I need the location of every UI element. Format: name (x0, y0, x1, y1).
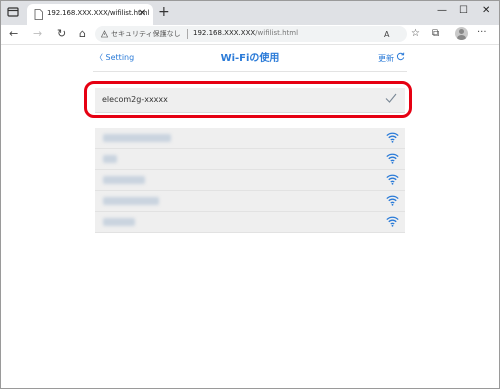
network-row[interactable] (95, 191, 405, 212)
network-list (95, 128, 405, 233)
wifi-signal-icon (386, 216, 399, 227)
tab-close-icon[interactable]: ✕ (138, 8, 146, 20)
warning-icon[interactable] (101, 30, 108, 38)
maximize-button[interactable]: ☐ (459, 4, 468, 18)
close-window-button[interactable]: ✕ (482, 4, 490, 18)
refresh-label: 更新 (378, 54, 394, 63)
network-row[interactable] (95, 212, 405, 233)
back-button[interactable]: ← (9, 26, 18, 42)
obscured-ssid (103, 218, 135, 226)
favorites-icon[interactable]: ☆ (411, 28, 420, 40)
forward-button[interactable]: → (33, 26, 42, 42)
network-row[interactable] (95, 149, 405, 170)
tab-title: 192.168.XXX.XXX/wifilist.html (47, 9, 150, 17)
page-content: 〈 Setting Wi-Fiの使用 更新 elecom2g-xxxxx (1, 45, 499, 388)
url-divider (187, 29, 188, 39)
more-menu-icon[interactable]: ··· (477, 27, 487, 39)
wifi-panel: 〈 Setting Wi-Fiの使用 更新 elecom2g-xxxxx (93, 45, 407, 235)
obscured-ssid (103, 197, 159, 205)
obscured-ssid (103, 155, 117, 163)
tab-strip: 192.168.XXX.XXX/wifilist.html ✕ + — ☐ ✕ (1, 1, 499, 25)
highlight-annotation (84, 81, 412, 118)
collections-icon[interactable]: ⧉ (432, 28, 439, 40)
address-bar[interactable]: セキュリティ保護なし 192.168.XXX.XXX/wifilist.html (95, 26, 407, 42)
home-button[interactable]: ⌂ (79, 26, 86, 42)
browser-window: 192.168.XXX.XXX/wifilist.html ✕ + — ☐ ✕ … (0, 0, 500, 389)
reload-button[interactable]: ↻ (57, 26, 66, 42)
wifi-signal-icon (386, 132, 399, 143)
url-path: /wifilist.html (255, 29, 299, 37)
security-status[interactable]: セキュリティ保護なし (111, 29, 181, 39)
url-host: 192.168.XXX.XXX (193, 29, 256, 37)
network-row[interactable] (95, 128, 405, 149)
minimize-button[interactable]: — (437, 4, 447, 18)
obscured-ssid (103, 176, 145, 184)
refresh-button[interactable]: 更新 (378, 52, 405, 64)
browser-tab[interactable]: 192.168.XXX.XXX/wifilist.html ✕ (27, 4, 153, 25)
read-aloud-icon[interactable]: A (384, 29, 389, 41)
wifi-signal-icon (386, 195, 399, 206)
new-tab-button[interactable]: + (158, 4, 170, 20)
refresh-icon (396, 52, 405, 61)
url-text[interactable]: 192.168.XXX.XXX/wifilist.html (193, 29, 298, 37)
wifi-signal-icon (386, 153, 399, 164)
profile-avatar-icon[interactable] (455, 27, 468, 40)
wifi-signal-icon (386, 174, 399, 185)
obscured-ssid (103, 134, 171, 142)
browser-toolbar: ← → ↻ ⌂ セキュリティ保護なし 192.168.XXX.XXX/wifil… (1, 25, 499, 45)
page-title: Wi-Fiの使用 (220, 53, 280, 64)
page-icon (34, 9, 43, 20)
tab-actions-icon[interactable] (7, 6, 19, 18)
network-row[interactable] (95, 170, 405, 191)
page-header: 〈 Setting Wi-Fiの使用 更新 (93, 45, 407, 72)
